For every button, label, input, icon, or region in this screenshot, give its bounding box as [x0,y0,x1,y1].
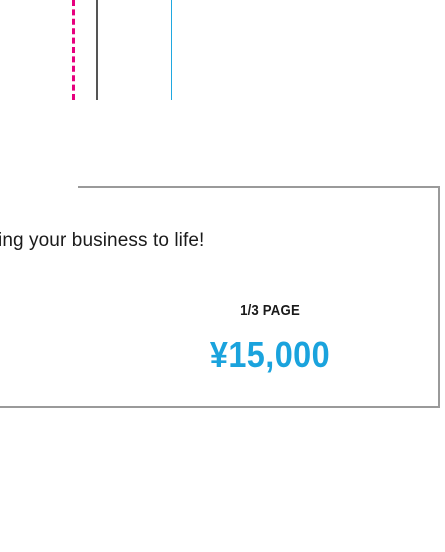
magenta-dashed-guide-line [72,0,75,100]
blue-guide-line [171,0,172,100]
ad-card-bottom-border [0,406,440,408]
ad-size-label: 1/3 PAGE [240,302,300,319]
ad-card-border-gap [0,186,78,189]
ad-price: ¥15,000 [209,334,331,375]
ad-tagline: ing your business to life! [0,230,205,251]
gray-guide-line [96,0,98,100]
